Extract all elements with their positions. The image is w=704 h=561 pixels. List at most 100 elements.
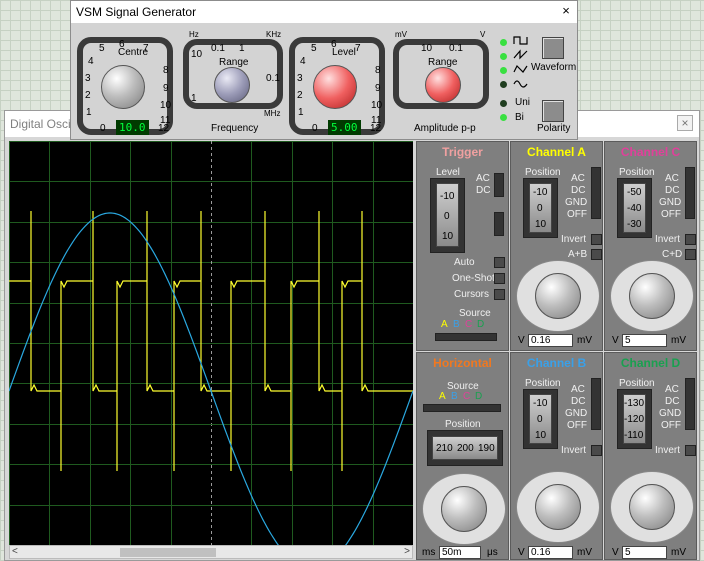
- scroll-left-arrow[interactable]: <: [12, 546, 18, 557]
- channel-c-off-label: OFF: [661, 209, 681, 220]
- channel-c-invert-button[interactable]: [685, 234, 696, 245]
- channel-a-sum-button[interactable]: [591, 249, 602, 260]
- trigger-cursors-button[interactable]: [494, 289, 505, 300]
- trigger-edge-switch[interactable]: [494, 212, 504, 236]
- channel-a-gnd-label: GND: [565, 197, 588, 208]
- horizontal-position-slider[interactable]: 210 200 190: [427, 430, 503, 466]
- channel-d-invert-button[interactable]: [685, 445, 696, 456]
- channel-b-value[interactable]: 0.16: [528, 546, 573, 559]
- channel-a-ac-label: AC: [571, 173, 585, 184]
- channel-b-invert-button[interactable]: [591, 445, 602, 456]
- trigger-source-c[interactable]: C: [465, 319, 472, 330]
- channel-a-value[interactable]: 0.16: [528, 334, 573, 347]
- channel-b-coupling-switch[interactable]: [591, 378, 601, 430]
- amplitude-scale-number: 0.1: [449, 43, 463, 54]
- level-knob[interactable]: [313, 65, 357, 109]
- channel-c-tick: -30: [627, 219, 642, 230]
- range-scale-number: 0.1: [211, 43, 225, 54]
- trigger-source-label: Source: [459, 308, 491, 319]
- trigger-source-slider[interactable]: [435, 333, 497, 341]
- scroll-thumb[interactable]: [120, 548, 216, 557]
- trigger-auto-button[interactable]: [494, 257, 505, 268]
- channel-d-panel: Channel D Position -130 -120 -110 AC DC …: [604, 352, 697, 560]
- trigger-source-a[interactable]: A: [441, 319, 448, 330]
- generator-title: VSM Signal Generator: [76, 5, 197, 19]
- channel-b-title: Channel B: [526, 356, 587, 370]
- channel-a-volts-knob[interactable]: [535, 273, 581, 319]
- channel-a-coupling-switch[interactable]: [591, 167, 601, 219]
- range-scale-number: 1: [239, 43, 245, 54]
- amplitude-range-knob[interactable]: [425, 67, 461, 103]
- channel-c-position-slider[interactable]: -50 -40 -30: [617, 178, 652, 238]
- scope-grid: [9, 141, 413, 545]
- channel-b-position-slider[interactable]: -10 0 10: [523, 389, 558, 449]
- trigger-source-d[interactable]: D: [477, 319, 484, 330]
- level-scale-number: 8: [375, 65, 381, 76]
- horizontal-source-c[interactable]: C: [463, 391, 470, 402]
- waveform-led-square: [500, 39, 507, 46]
- channel-b-tick: 10: [535, 430, 547, 441]
- trigger-source-b[interactable]: B: [453, 319, 460, 330]
- polarity-uni-label: Uni: [515, 97, 531, 108]
- channel-d-value[interactable]: 5: [622, 546, 667, 559]
- channel-b-panel: Channel B Position -10 0 10 AC DC GND OF…: [510, 352, 603, 560]
- waveform-led-sawtooth: [500, 53, 507, 60]
- trigger-title: Trigger: [442, 145, 483, 159]
- level-display: 5.00: [328, 120, 361, 135]
- channel-d-position-slider[interactable]: -130 -120 -110: [617, 389, 652, 449]
- horizontal-source-d[interactable]: D: [475, 391, 482, 402]
- polarity-led-uni: [500, 100, 507, 107]
- frequency-range-knob[interactable]: [214, 67, 250, 103]
- sawtooth-wave-icon: [513, 49, 528, 60]
- trigger-level-slider[interactable]: -10 0 10: [430, 178, 465, 253]
- channel-d-volts-knob[interactable]: [629, 484, 675, 530]
- horizontal-source-b[interactable]: B: [451, 391, 458, 402]
- channel-a-panel: Channel A Position -10 0 10 AC DC GND OF…: [510, 141, 603, 351]
- trigger-oneshot-button[interactable]: [494, 273, 505, 284]
- trigger-coupling-switch[interactable]: [494, 173, 504, 197]
- horizontal-value[interactable]: 50m: [439, 546, 481, 559]
- channel-a-title: Channel A: [527, 145, 586, 159]
- channel-b-ac-label: AC: [571, 384, 585, 395]
- channel-b-unit-v: V: [518, 547, 525, 558]
- channel-a-unit-v: V: [518, 335, 525, 346]
- polarity-button[interactable]: [542, 100, 564, 122]
- channel-c-value[interactable]: 5: [622, 334, 667, 347]
- level-scale-number: 12: [370, 123, 382, 134]
- scope-trace-area: [9, 141, 413, 545]
- channel-c-coupling-switch[interactable]: [685, 167, 695, 219]
- channel-c-volts-knob[interactable]: [629, 273, 675, 319]
- horizontal-source-a[interactable]: A: [439, 391, 446, 402]
- range-scale-number: 1: [191, 93, 197, 104]
- channel-a-position-slider[interactable]: -10 0 10: [523, 178, 558, 238]
- waveform-button[interactable]: [542, 37, 564, 59]
- channel-b-volts-knob[interactable]: [535, 484, 581, 530]
- channel-b-dc-label: DC: [571, 396, 586, 407]
- channel-c-invert-label: Invert: [655, 234, 681, 245]
- horizontal-tick: 190: [478, 443, 495, 454]
- centre-knob[interactable]: [101, 65, 145, 109]
- channel-a-dc-label: DC: [571, 185, 586, 196]
- scroll-right-arrow[interactable]: >: [404, 546, 410, 557]
- centre-scale-number: 8: [163, 65, 169, 76]
- level-scale-number: 5: [311, 43, 317, 54]
- generator-close-button[interactable]: ×: [556, 2, 576, 22]
- horizontal-scrollbar[interactable]: < >: [9, 545, 413, 559]
- channel-b-off-label: OFF: [567, 420, 587, 431]
- horizontal-timebase-knob[interactable]: [441, 486, 487, 532]
- channel-a-tick: -10: [533, 187, 548, 198]
- centre-display: 10.0: [116, 120, 149, 135]
- channel-d-position-label: Position: [619, 378, 655, 389]
- centre-scale-number: 7: [143, 43, 149, 54]
- channel-d-tick: -110: [624, 430, 644, 441]
- trigger-oneshot-label: One-Shot: [452, 273, 495, 284]
- channel-d-coupling-switch[interactable]: [685, 378, 695, 430]
- channel-a-tick: 0: [537, 203, 543, 214]
- oscilloscope-close-button[interactable]: ×: [677, 115, 693, 131]
- channel-c-sum-button[interactable]: [685, 249, 696, 260]
- centre-scale-number: 12: [158, 123, 170, 134]
- horizontal-source-slider[interactable]: [423, 404, 501, 412]
- channel-a-tick: 10: [535, 219, 547, 230]
- scope-display: [9, 141, 413, 545]
- channel-a-invert-button[interactable]: [591, 234, 602, 245]
